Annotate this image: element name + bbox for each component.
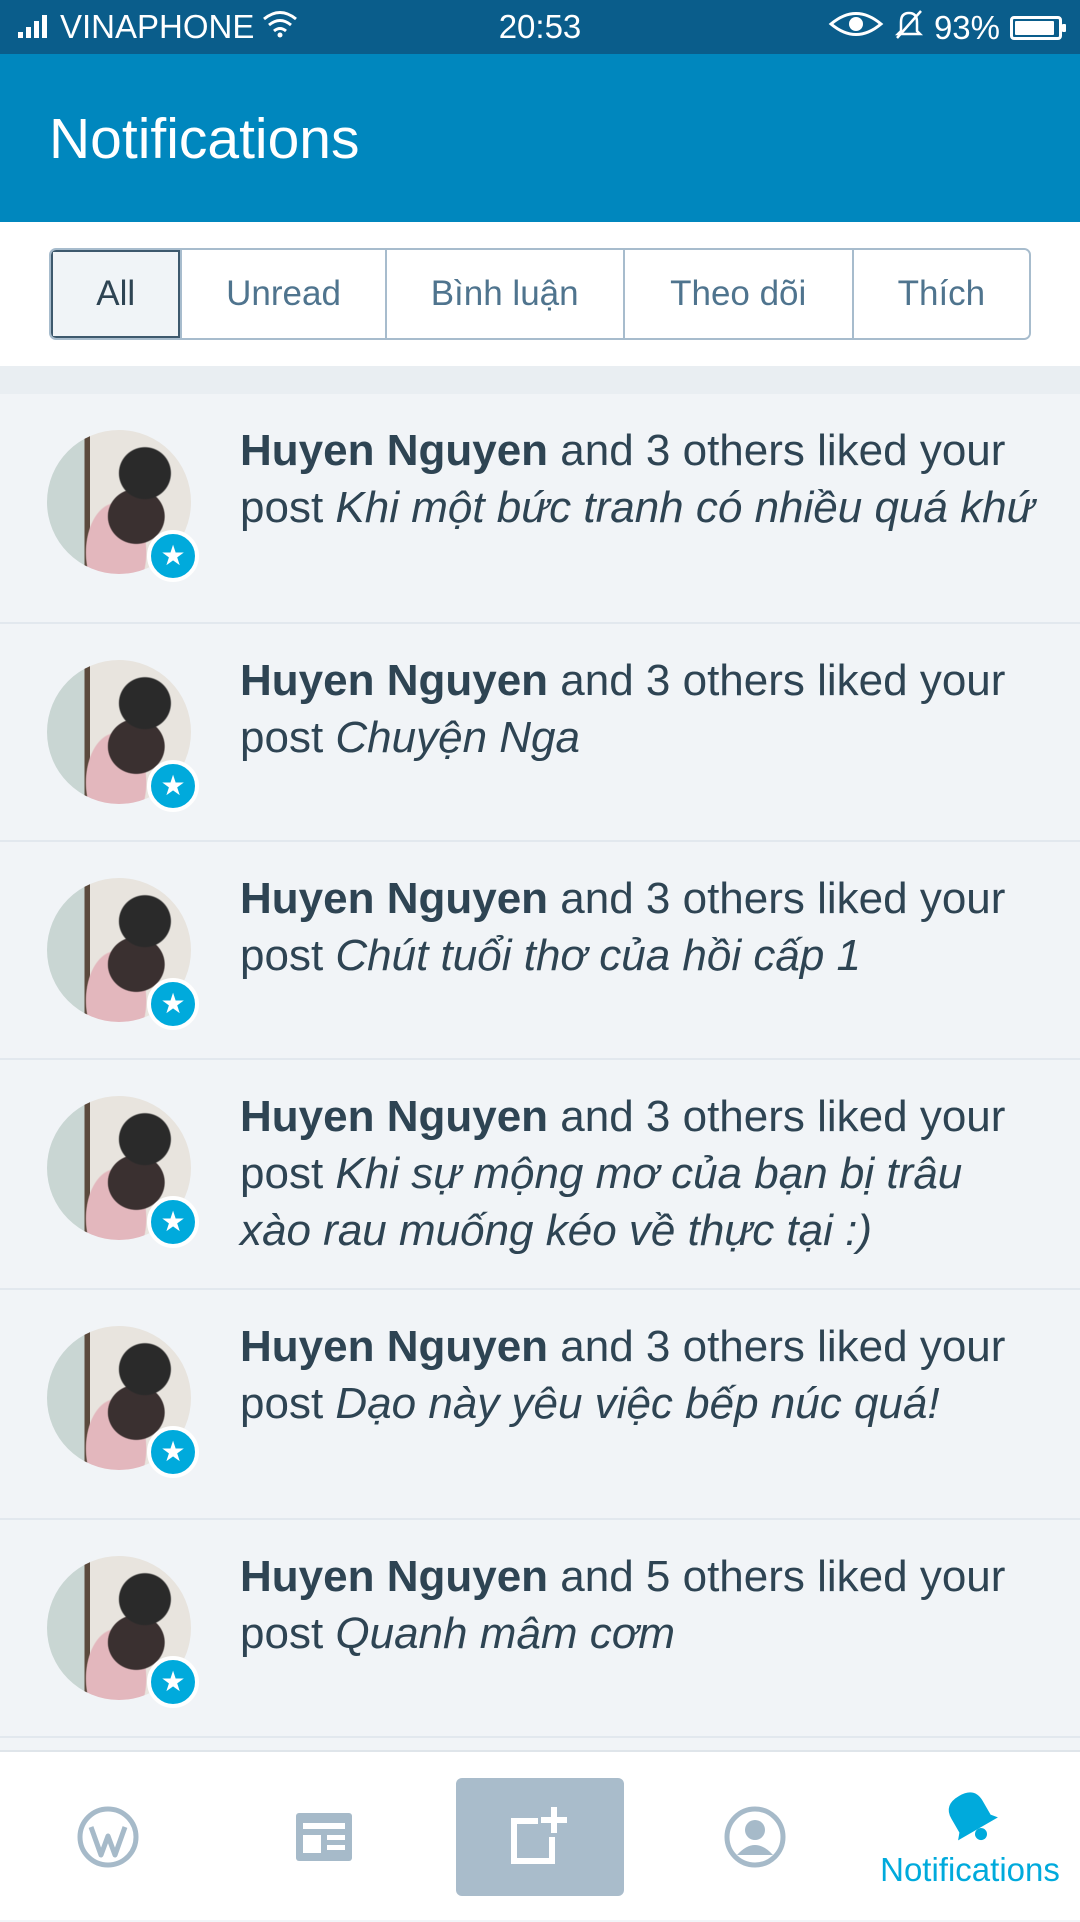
silent-bell-icon [894, 8, 924, 48]
notification-list: ★ Huyen Nguyen and 3 others liked your p… [0, 394, 1080, 1738]
notification-text: Huyen Nguyen and 3 others liked your pos… [240, 1318, 1040, 1432]
nav-notifications-label: Notifications [880, 1851, 1060, 1888]
write-post-button[interactable] [456, 1778, 624, 1896]
star-badge-icon: ★ [147, 1196, 199, 1248]
notification-text: Huyen Nguyen and 3 others liked your pos… [240, 652, 1040, 766]
wordpress-icon [76, 1805, 140, 1869]
star-badge-icon: ★ [147, 1426, 199, 1478]
user-name: Huyen Nguyen [240, 1092, 549, 1141]
post-title: Khi một bức tranh có nhiều quá khứ [335, 483, 1035, 532]
battery-icon [1010, 16, 1066, 40]
status-bar: VINAPHONE 20:53 93% [0, 0, 1080, 54]
post-title: Chút tuổi thơ của hồi cấp 1 [335, 931, 861, 980]
user-name: Huyen Nguyen [240, 1322, 549, 1371]
bottom-navigation: Notifications [0, 1750, 1080, 1920]
nav-reader[interactable] [264, 1752, 384, 1922]
reader-icon [294, 1811, 354, 1863]
star-badge-icon: ★ [147, 530, 199, 582]
notification-row[interactable]: ★ Huyen Nguyen and 3 others liked your p… [0, 624, 1080, 842]
notification-row[interactable]: ★ Huyen Nguyen and 3 others liked your p… [0, 394, 1080, 624]
avatar: ★ [47, 1096, 199, 1248]
notification-text: Huyen Nguyen and 3 others liked your pos… [240, 422, 1040, 536]
nav-notifications[interactable]: Notifications [860, 1752, 1080, 1922]
nav-me[interactable] [695, 1752, 815, 1922]
filter-unread[interactable]: Unread [180, 250, 385, 338]
profile-icon [723, 1805, 787, 1869]
notification-row[interactable]: ★ Huyen Nguyen and 3 others liked your p… [0, 1060, 1080, 1290]
filter-bar: All Unread Bình luận Theo dõi Thích [0, 222, 1080, 366]
notification-text: Huyen Nguyen and 3 others liked your pos… [240, 870, 1040, 984]
avatar: ★ [47, 1556, 199, 1708]
battery-level [1015, 21, 1054, 35]
star-badge-icon: ★ [147, 1656, 199, 1708]
app-bar: Notifications [0, 54, 1080, 222]
notification-text: Huyen Nguyen and 3 others liked your pos… [240, 1088, 1040, 1259]
avatar: ★ [47, 660, 199, 812]
filter-comments[interactable]: Bình luận [384, 250, 623, 338]
post-title: Khi sự mộng mơ của bạn bị trâu xào rau m… [240, 1149, 963, 1255]
notification-row[interactable]: ★ Huyen Nguyen and 5 others liked your p… [0, 1520, 1080, 1738]
page-title: Notifications [49, 107, 360, 171]
filter-all[interactable]: All [51, 250, 181, 338]
avatar: ★ [47, 1326, 199, 1478]
notification-row[interactable]: ★ Huyen Nguyen and 3 others liked your p… [0, 1290, 1080, 1520]
write-icon [508, 1803, 572, 1872]
filter-follows[interactable]: Theo dõi [622, 250, 852, 338]
user-name: Huyen Nguyen [240, 426, 549, 475]
avatar: ★ [47, 878, 199, 1030]
battery-percent: 93% [933, 9, 1000, 46]
post-title: Dạo này yêu việc bếp núc quá! [335, 1379, 940, 1428]
filter-segmented-control: All Unread Bình luận Theo dõi Thích [49, 248, 1031, 340]
section-divider [0, 366, 1080, 394]
post-title: Chuyện Nga [335, 713, 580, 762]
post-title: Quanh mâm cơm [335, 1609, 675, 1658]
user-name: Huyen Nguyen [240, 874, 549, 923]
user-name: Huyen Nguyen [240, 656, 549, 705]
star-badge-icon: ★ [147, 978, 199, 1030]
notification-text: Huyen Nguyen and 5 others liked your pos… [240, 1548, 1040, 1662]
filter-likes[interactable]: Thích [851, 250, 1029, 338]
notification-row[interactable]: ★ Huyen Nguyen and 3 others liked your p… [0, 842, 1080, 1060]
star-badge-icon: ★ [147, 760, 199, 812]
notifications-bell-icon [940, 1785, 1000, 1845]
user-name: Huyen Nguyen [240, 1552, 549, 1601]
avatar: ★ [47, 430, 199, 582]
eye-icon [828, 9, 884, 47]
nav-my-site[interactable] [48, 1752, 168, 1922]
